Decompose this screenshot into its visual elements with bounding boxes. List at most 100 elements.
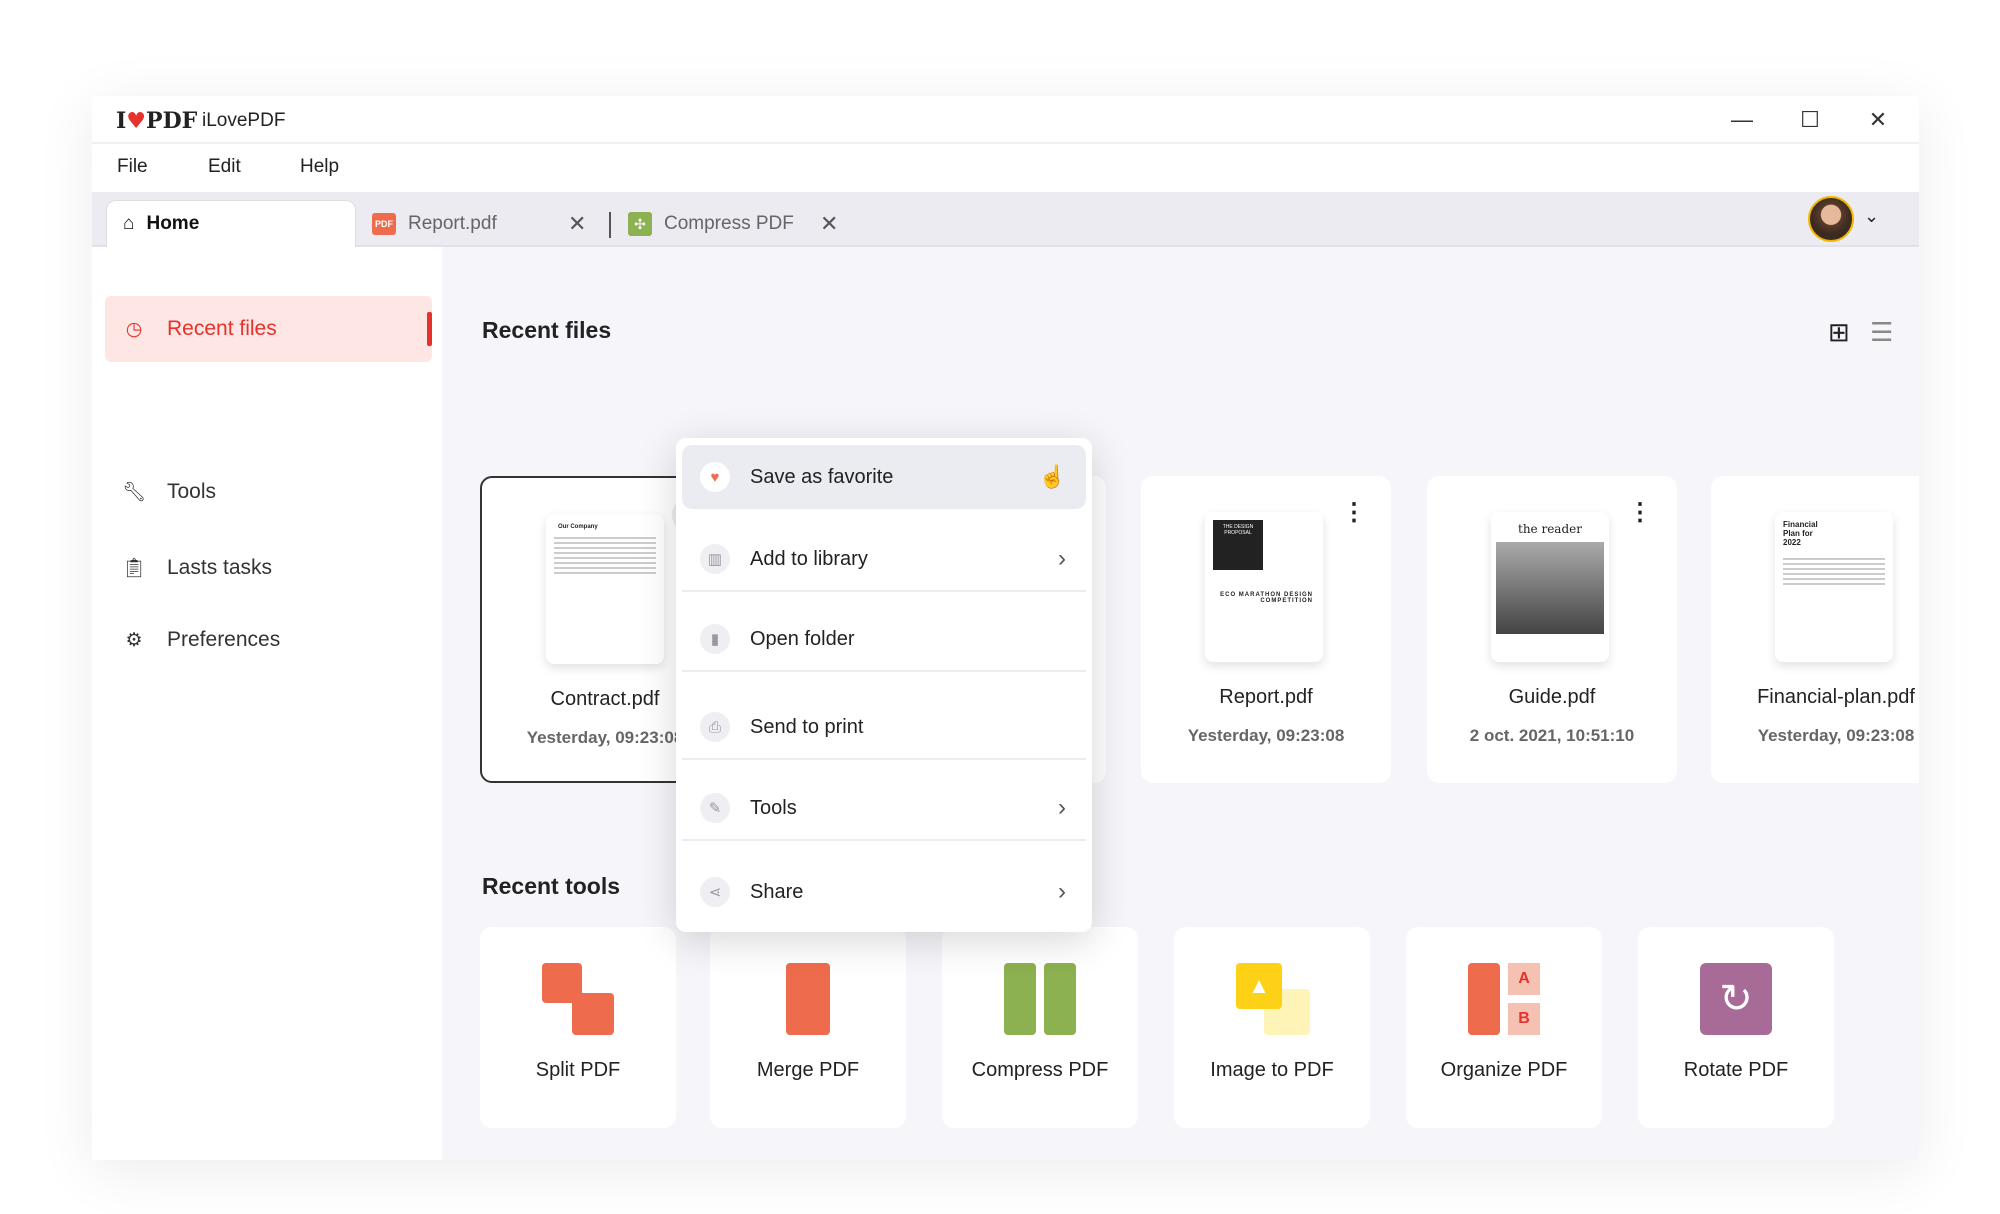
chevron-down-icon[interactable]: ⌄: [1864, 206, 1879, 227]
maximize-button[interactable]: ☐: [1790, 102, 1830, 138]
file-card-report[interactable]: THE DESIGN PROPOSAL ECO MARATHON DESIGN …: [1141, 476, 1391, 783]
app-logo: I♥PDF: [116, 108, 198, 134]
tab-label: Compress PDF: [664, 212, 794, 234]
thumb-text: THE DESIGN PROPOSAL: [1213, 520, 1263, 570]
tool-compress-pdf[interactable]: Compress PDF: [942, 927, 1138, 1128]
file-name: Guide.pdf: [1508, 686, 1596, 708]
menu-item-label: Tools: [750, 796, 797, 819]
file-name: Report.pdf: [1219, 686, 1313, 708]
more-options-icon[interactable]: ⋮: [1335, 494, 1373, 532]
menu-item-save-as-favorite[interactable]: ♥ Save as favorite ☝: [682, 445, 1086, 509]
chevron-right-icon: ›: [1058, 878, 1066, 905]
sidebar-item-label: Preferences: [167, 628, 281, 651]
menu-edit[interactable]: Edit: [208, 156, 241, 178]
grid-view-icon[interactable]: ⊞: [1828, 317, 1850, 348]
library-icon: ▥: [700, 544, 730, 574]
file-date: 2 oct. 2021, 10:51:10: [1469, 726, 1635, 745]
clipboard-icon: 📋︎: [121, 558, 147, 579]
tool-name: Organize PDF: [1440, 1059, 1568, 1081]
clock-icon: ◷: [125, 318, 143, 340]
tool-name: Rotate PDF: [1683, 1059, 1789, 1081]
printer-icon: ⎙: [700, 712, 730, 742]
compress-icon: ✣: [628, 211, 652, 236]
file-name: Financial-plan.pdf: [1757, 686, 1915, 708]
sidebar-item-lasts-tasks[interactable]: 📋︎ Lasts tasks: [105, 535, 432, 601]
tool-image-to-pdf[interactable]: ▲ Image to PDF: [1174, 927, 1370, 1128]
tab-label: Report.pdf: [408, 212, 497, 234]
menu-bar: File Edit Help: [92, 144, 1919, 192]
wrench-icon: ✎: [700, 793, 730, 823]
more-options-icon[interactable]: ⋮: [1905, 494, 1919, 532]
close-tab-icon[interactable]: ✕: [568, 211, 586, 237]
sidebar-item-preferences[interactable]: ⚙ Preferences: [105, 607, 432, 673]
thumb-text: Our Company: [558, 524, 598, 530]
menu-item-open-folder[interactable]: ▮ Open folder: [682, 608, 1086, 672]
file-date: Yesterday, 09:23:08: [1757, 726, 1915, 745]
thumb-text: Financial Plan for 2022: [1783, 520, 1818, 547]
context-menu: ♥ Save as favorite ☝ ▥ Add to library › ▮ Ope…: [676, 438, 1092, 932]
home-icon: ⌂: [123, 213, 135, 234]
tool-rotate-pdf[interactable]: ↻ Rotate PDF: [1638, 927, 1834, 1128]
file-thumbnail: the reader: [1491, 512, 1609, 662]
sidebar: ◷ Recent files 🔧︎ Tools 📋︎ Lasts tasks ⚙ Pre…: [92, 247, 442, 1160]
recent-tools-heading: Recent tools: [482, 873, 621, 899]
gear-icon: ⚙: [125, 629, 143, 651]
split-icon: [542, 963, 614, 1035]
tool-organize-pdf[interactable]: AB Organize PDF: [1406, 927, 1602, 1128]
menu-item-label: Open folder: [750, 627, 855, 650]
avatar[interactable]: [1808, 196, 1854, 242]
tab-home[interactable]: ⌂ Home: [106, 200, 356, 247]
file-card-guide[interactable]: the reader ⋮ Guide.pdf 2 oct. 2021, 10:5…: [1427, 476, 1677, 783]
tab-compress[interactable]: ✣ Compress PDF ✕: [612, 200, 862, 247]
sidebar-item-label: Tools: [167, 480, 217, 503]
file-date: Yesterday, 09:23:08: [1187, 726, 1345, 745]
recent-files-heading: Recent files: [482, 317, 612, 343]
menu-file[interactable]: File: [117, 156, 148, 178]
file-thumbnail: Our Company: [546, 514, 664, 664]
tool-name: Merge PDF: [756, 1059, 860, 1081]
tab-bar: ⌂ Home PDF Report.pdf ✕ ✣ Compress PDF ✕ ⌄: [92, 192, 1919, 247]
heart-icon: ♥: [700, 462, 730, 492]
file-thumbnail: THE DESIGN PROPOSAL ECO MARATHON DESIGN …: [1205, 512, 1323, 662]
close-button[interactable]: ✕: [1858, 102, 1898, 138]
sidebar-item-label: Recent files: [167, 317, 277, 340]
menu-item-tools[interactable]: ✎ Tools ›: [682, 777, 1086, 841]
wrench-icon: 🔧︎: [121, 482, 147, 503]
menu-item-label: Add to library: [750, 547, 868, 570]
title-bar: I♥PDF iLovePDF — ☐ ✕: [92, 96, 1919, 144]
pdf-file-icon: PDF: [372, 212, 396, 235]
file-card-financial-plan[interactable]: Financial Plan for 2022 ⋮ Financial-plan…: [1711, 476, 1919, 783]
organize-icon: AB: [1468, 963, 1540, 1035]
file-thumbnail: Financial Plan for 2022: [1775, 512, 1893, 662]
rotate-icon: ↻: [1700, 963, 1772, 1035]
file-icon: ▮: [700, 624, 730, 654]
sidebar-item-label: Lasts tasks: [167, 556, 273, 579]
close-tab-icon[interactable]: ✕: [820, 211, 838, 237]
app-title: iLovePDF: [202, 110, 286, 131]
tab-report[interactable]: PDF Report.pdf ✕: [356, 200, 606, 247]
thumb-text: the reader: [1518, 522, 1582, 536]
menu-item-label: Save as favorite: [750, 465, 894, 488]
list-view-icon[interactable]: ☰: [1870, 317, 1893, 348]
hand-cursor-icon: ☝: [1038, 464, 1066, 489]
sidebar-item-tools[interactable]: 🔧︎ Tools: [105, 459, 432, 525]
menu-item-label: Send to print: [750, 715, 864, 738]
tool-name: Split PDF: [535, 1059, 621, 1081]
more-options-icon[interactable]: ⋮: [1621, 494, 1659, 532]
tool-split-pdf[interactable]: Split PDF: [480, 927, 676, 1128]
share-icon: ⋖: [700, 877, 730, 907]
thumb-photo: [1496, 542, 1604, 634]
merge-icon: [772, 963, 844, 1035]
menu-item-add-to-library[interactable]: ▥ Add to library ›: [682, 528, 1086, 592]
main-content: Recent files ⊞ ☰ Our Company ⋮ Contract.…: [442, 247, 1919, 1160]
tab-label: Home: [146, 213, 200, 234]
compress-icon: [1004, 963, 1076, 1035]
chevron-right-icon: ›: [1058, 545, 1066, 572]
menu-item-send-to-print[interactable]: ⎙ Send to print: [682, 696, 1086, 760]
menu-item-share[interactable]: ⋖ Share ›: [682, 860, 1086, 924]
menu-item-label: Share: [750, 880, 804, 903]
menu-help[interactable]: Help: [300, 156, 339, 178]
tool-merge-pdf[interactable]: Merge PDF: [710, 927, 906, 1128]
sidebar-item-recent-files[interactable]: ◷ Recent files: [105, 296, 432, 362]
minimize-button[interactable]: —: [1722, 102, 1762, 138]
